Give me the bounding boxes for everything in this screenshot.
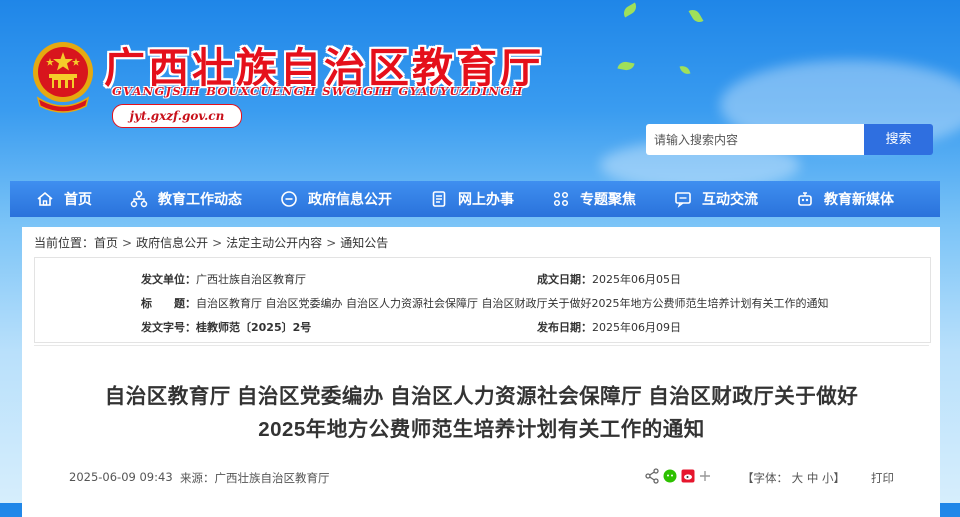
font-size-controls: 【字体： 大 中 小】 xyxy=(742,470,845,486)
article-source: 来源：广西壮族自治区教育厅 xyxy=(180,470,330,486)
meta-pubdate: 发布日期：2025年06月09日 xyxy=(537,319,681,335)
nav-item-label: 网上办事 xyxy=(458,192,514,208)
wechat-icon[interactable] xyxy=(663,468,677,484)
nav-item-interaction[interactable]: 互动交流 xyxy=(674,181,758,217)
grid-dots-icon xyxy=(553,191,569,207)
meta-docnum: 发文字号：桂教师范〔2025〕2号 xyxy=(141,319,311,335)
breadcrumb-prefix: 当前位置： xyxy=(34,236,95,250)
nav-item-special-topics[interactable]: 专题聚焦 xyxy=(552,181,636,217)
nav-item-label: 专题聚焦 xyxy=(580,192,636,208)
meta-docnum-label: 发文字号： xyxy=(141,321,196,334)
more-share-icon[interactable] xyxy=(699,468,711,484)
meta-issuer-value: 广西壮族自治区教育厅 xyxy=(196,273,306,286)
nav-item-label: 首页 xyxy=(64,192,92,208)
org-chart-icon xyxy=(130,190,148,208)
article-title-line: 自治区教育厅 自治区党委编办 自治区人力资源社会保障厅 自治区财政厅关于做好 xyxy=(104,385,859,408)
document-meta-box: 发文单位：广西壮族自治区教育厅 成文日期：2025年06月05日 标 题：自治区… xyxy=(34,257,931,343)
search-button[interactable]: 搜索 xyxy=(864,124,933,155)
nav-item-label: 教育新媒体 xyxy=(824,192,894,208)
meta-docnum-value: 桂教师范〔2025〕2号 xyxy=(196,321,312,334)
nav-item-new-media[interactable]: 教育新媒体 xyxy=(796,181,894,217)
leaf-decoration xyxy=(621,2,639,18)
article-source-value: 广西壮族自治区教育厅 xyxy=(214,471,330,485)
national-emblem-icon xyxy=(33,42,93,113)
nav-item-label: 教育工作动态 xyxy=(158,192,242,208)
home-icon xyxy=(37,191,53,206)
breadcrumb-separator: > xyxy=(326,236,337,250)
search-input[interactable] xyxy=(646,124,864,155)
leaf-decoration xyxy=(688,7,704,25)
breadcrumb-home[interactable]: 首页 xyxy=(94,236,118,250)
font-size-small[interactable]: 小 xyxy=(822,471,834,485)
meta-pubdate-label: 发布日期： xyxy=(537,321,592,334)
meta-issuer-label: 发文单位： xyxy=(141,273,196,286)
article-source-label: 来源： xyxy=(180,471,215,485)
font-size-close: 】 xyxy=(833,471,845,485)
article-datetime: 2025-06-09 09:43 xyxy=(69,470,173,484)
font-size-label: 【字体： xyxy=(742,471,788,485)
meta-issuer: 发文单位：广西壮族自治区教育厅 xyxy=(141,271,306,287)
print-button[interactable]: 打印 xyxy=(871,470,894,486)
nav-item-home[interactable]: 首页 xyxy=(36,181,92,217)
article-title: 自治区教育厅 自治区党委编办 自治区人力资源社会保障厅 自治区财政厅关于做好 2… xyxy=(34,380,929,446)
meta-date: 成文日期：2025年06月05日 xyxy=(537,271,681,287)
leaf-decoration xyxy=(617,60,635,72)
breadcrumb-separator: > xyxy=(212,236,223,250)
breadcrumb-separator: > xyxy=(122,236,133,250)
meta-title: 标 题：自治区教育厅 自治区党委编办 自治区人力资源社会保障厅 自治区财政厅关于… xyxy=(141,295,828,311)
article-title-line: 2025年地方公费师范生培养计划有关工作的通知 xyxy=(258,418,705,441)
meta-pubdate-value: 2025年06月09日 xyxy=(592,321,681,334)
breadcrumb-legal-content[interactable]: 法定主动公开内容 xyxy=(226,236,322,250)
meta-title-value: 自治区教育厅 自治区党委编办 自治区人力资源社会保障厅 自治区财政厅关于做好20… xyxy=(196,297,829,310)
share-icon[interactable] xyxy=(645,468,659,484)
breadcrumb-gov-info[interactable]: 政府信息公开 xyxy=(136,236,208,250)
nav-item-label: 政府信息公开 xyxy=(308,192,392,208)
breadcrumb: 当前位置：首页 > 政府信息公开 > 法定主动公开内容 > 通知公告 xyxy=(34,234,388,251)
nav-item-education-news[interactable]: 教育工作动态 xyxy=(130,181,242,217)
message-icon xyxy=(675,192,691,208)
main-nav: 首页 教育工作动态 政府信息公开 网上办事 专题聚焦 互动交流 教育新媒体 xyxy=(10,181,940,217)
nav-item-online-service[interactable]: 网上办事 xyxy=(430,181,514,217)
site-url[interactable]: jyt.gxzf.gov.cn xyxy=(112,104,242,128)
meta-date-label: 成文日期： xyxy=(537,273,592,286)
site-subtitle: GVANGJSIH BOUXCUENGH SWCIGIH GYAUYUZDING… xyxy=(112,84,524,98)
font-size-large[interactable]: 大 xyxy=(792,471,804,485)
chat-bubble-icon xyxy=(281,191,297,207)
font-size-medium[interactable]: 中 xyxy=(807,471,819,485)
robot-icon xyxy=(798,192,812,206)
weibo-icon[interactable] xyxy=(681,468,695,484)
document-icon xyxy=(432,191,446,207)
meta-date-value: 2025年06月05日 xyxy=(592,273,681,286)
meta-title-label: 标 题： xyxy=(141,297,196,310)
nav-item-label: 互动交流 xyxy=(702,192,758,208)
breadcrumb-notices[interactable]: 通知公告 xyxy=(340,236,388,250)
nav-item-gov-info[interactable]: 政府信息公开 xyxy=(280,181,392,217)
leaf-decoration xyxy=(679,63,691,77)
divider xyxy=(34,345,929,346)
